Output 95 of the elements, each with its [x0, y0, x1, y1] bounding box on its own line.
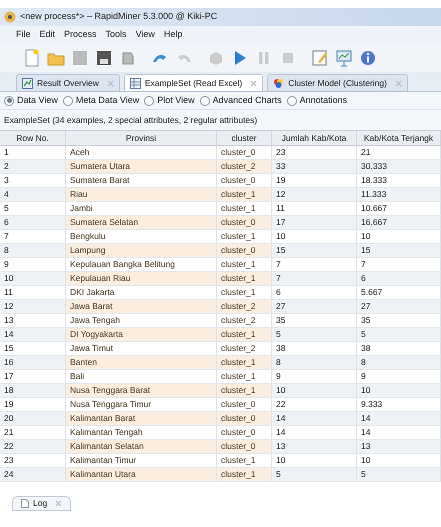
table-cell: 17: [272, 216, 357, 229]
table-cell: 14: [0, 328, 66, 341]
table-cell: Nusa Tenggara Barat: [66, 384, 217, 397]
table-cell: cluster_1: [217, 356, 272, 369]
edit-icon[interactable]: [310, 48, 330, 68]
table-cell: 4: [0, 188, 66, 201]
column-header[interactable]: Row No.: [0, 131, 66, 145]
result-tab[interactable]: Result Overview: [16, 74, 120, 91]
table-cell: 13: [357, 440, 441, 453]
view-radio[interactable]: Data View: [4, 94, 58, 108]
window-title: <new process*> – RapidMiner 5.3.000 @ Kiki-PC: [20, 10, 218, 24]
view-radio[interactable]: Advanced Charts: [200, 94, 282, 108]
table-cell: cluster_2: [217, 300, 272, 313]
table-cell: Jawa Barat: [66, 300, 217, 313]
table-cell: cluster_0: [217, 412, 272, 425]
table-cell: 12: [0, 300, 66, 313]
column-header[interactable]: Kab/Kota Terjangk: [357, 131, 441, 145]
table-cell: 12: [272, 188, 357, 201]
table-cell: cluster_1: [217, 328, 272, 341]
result-tab[interactable]: ExampleSet (Read Excel): [124, 74, 264, 91]
view-radio[interactable]: Meta Data View: [62, 94, 140, 108]
table-cell: 24: [0, 468, 66, 481]
table-cell: 30.333: [357, 160, 441, 173]
table-cell: 5: [272, 328, 357, 341]
close-icon[interactable]: [55, 500, 62, 507]
table-cell: 15: [272, 244, 357, 257]
table-cell: 27: [272, 300, 357, 313]
column-header[interactable]: Provinsi: [66, 131, 217, 145]
app-icon: [4, 11, 16, 23]
table-cell: 27: [357, 300, 441, 313]
table-cell: 7: [272, 272, 357, 285]
table-cell: 33: [272, 160, 357, 173]
table-cell: cluster_1: [217, 272, 272, 285]
results-icon[interactable]: [334, 48, 354, 68]
table-cell: cluster_2: [217, 160, 272, 173]
table-cell: 13: [272, 440, 357, 453]
table-cell: 10: [0, 272, 66, 285]
table-cell: 18: [0, 384, 66, 397]
table-cell: Kepulauan Riau: [66, 272, 217, 285]
table-cell: 14: [272, 412, 357, 425]
table-cell: 10: [357, 384, 441, 397]
table-cell: 5: [272, 468, 357, 481]
table-cell: 5: [357, 468, 441, 481]
table-cell: Kalimantan Utara: [66, 468, 217, 481]
cluster-icon: [273, 78, 284, 88]
table-cell: Sumatera Selatan: [66, 216, 217, 229]
close-icon[interactable]: [394, 80, 402, 86]
table-cell: DI Yogyakarta: [66, 328, 217, 341]
table-cell: Sumatera Utara: [66, 160, 217, 173]
close-icon[interactable]: [106, 80, 114, 86]
menu-item[interactable]: Edit: [40, 28, 56, 42]
table-cell: 2: [0, 160, 66, 173]
table-icon: [130, 78, 141, 88]
table-cell: cluster_0: [217, 216, 272, 229]
info-icon[interactable]: [358, 48, 378, 68]
table-cell: Banten: [66, 356, 217, 369]
menu-item[interactable]: Process: [64, 28, 97, 42]
table-cell: 10: [272, 384, 357, 397]
menu-item[interactable]: File: [16, 28, 31, 42]
table-cell: cluster_1: [217, 468, 272, 481]
document-icon: [21, 499, 29, 508]
table-cell: Kalimantan Selatan: [66, 440, 217, 453]
table-cell: 22: [0, 440, 66, 453]
chart-icon: [22, 78, 33, 88]
table-cell: 8: [272, 356, 357, 369]
table-cell: 8: [0, 244, 66, 257]
table-cell: 6: [0, 216, 66, 229]
menu-item[interactable]: Help: [164, 28, 182, 42]
table-cell: Lampung: [66, 244, 217, 257]
table-cell: 11.333: [357, 188, 441, 201]
table-cell: cluster_1: [217, 384, 272, 397]
table-cell: cluster_0: [217, 244, 272, 257]
column-header[interactable]: Jumlah Kab/Kota: [272, 131, 357, 145]
view-radio[interactable]: Plot View: [144, 94, 195, 108]
table-cell: 16.667: [357, 216, 441, 229]
table-cell: 14: [357, 412, 441, 425]
table-cell: Kalimantan Barat: [66, 412, 217, 425]
table-cell: cluster_1: [217, 188, 272, 201]
table-cell: 15: [357, 244, 441, 257]
table-cell: 16: [0, 356, 66, 369]
table-cell: 8: [357, 356, 441, 369]
summary-text: ExampleSet (34 examples, 2 special attributes, 2 regular attributes): [4, 114, 258, 126]
table-cell: cluster_0: [217, 440, 272, 453]
column-header[interactable]: cluster: [217, 131, 272, 145]
save-as-icon[interactable]: [94, 48, 114, 68]
log-tab[interactable]: Log: [12, 496, 72, 511]
table-cell: Riau: [66, 188, 217, 201]
close-icon[interactable]: [250, 80, 258, 86]
result-tab[interactable]: Cluster Model (Clustering): [267, 74, 408, 91]
table-cell: 5: [357, 328, 441, 341]
menu-item[interactable]: View: [136, 28, 155, 42]
table-cell: 20: [0, 412, 66, 425]
table-cell: 6: [357, 272, 441, 285]
menu-item[interactable]: Tools: [106, 28, 127, 42]
view-radio[interactable]: Annotations: [286, 94, 348, 108]
